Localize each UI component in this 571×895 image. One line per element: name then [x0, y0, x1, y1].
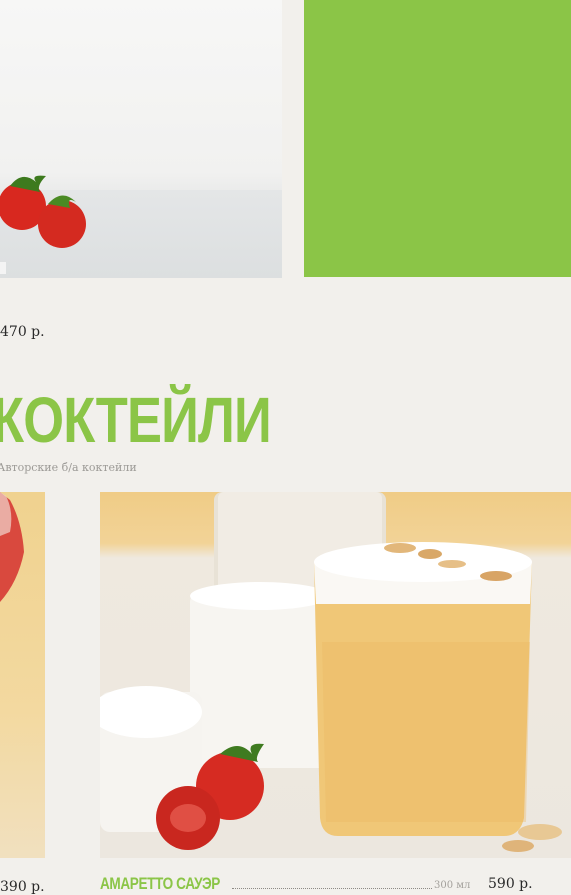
section-title: КОКТЕЙЛИ	[0, 384, 272, 456]
amaretto-sour-illustration	[100, 492, 562, 852]
dotted-leader	[232, 888, 432, 889]
cocktail-name-amaretto-sour[interactable]: АМАРЕТТО САУЭР	[100, 874, 220, 894]
cocktail-price: 590 р.	[488, 876, 533, 892]
cocktail-photo-left[interactable]	[0, 492, 45, 858]
section-subtitle: Авторские б/а коктейли	[0, 461, 137, 474]
strawberries-illustration	[0, 175, 86, 274]
cocktail-volume: 300 мл	[434, 880, 471, 891]
red-cocktail-illustration	[0, 492, 24, 602]
cocktail-photo-amaretto-sour[interactable]	[100, 492, 571, 858]
green-promo-block	[304, 0, 571, 277]
strawberry-dessert-photo	[0, 0, 282, 278]
previous-item-price: 470 р.	[0, 324, 45, 340]
